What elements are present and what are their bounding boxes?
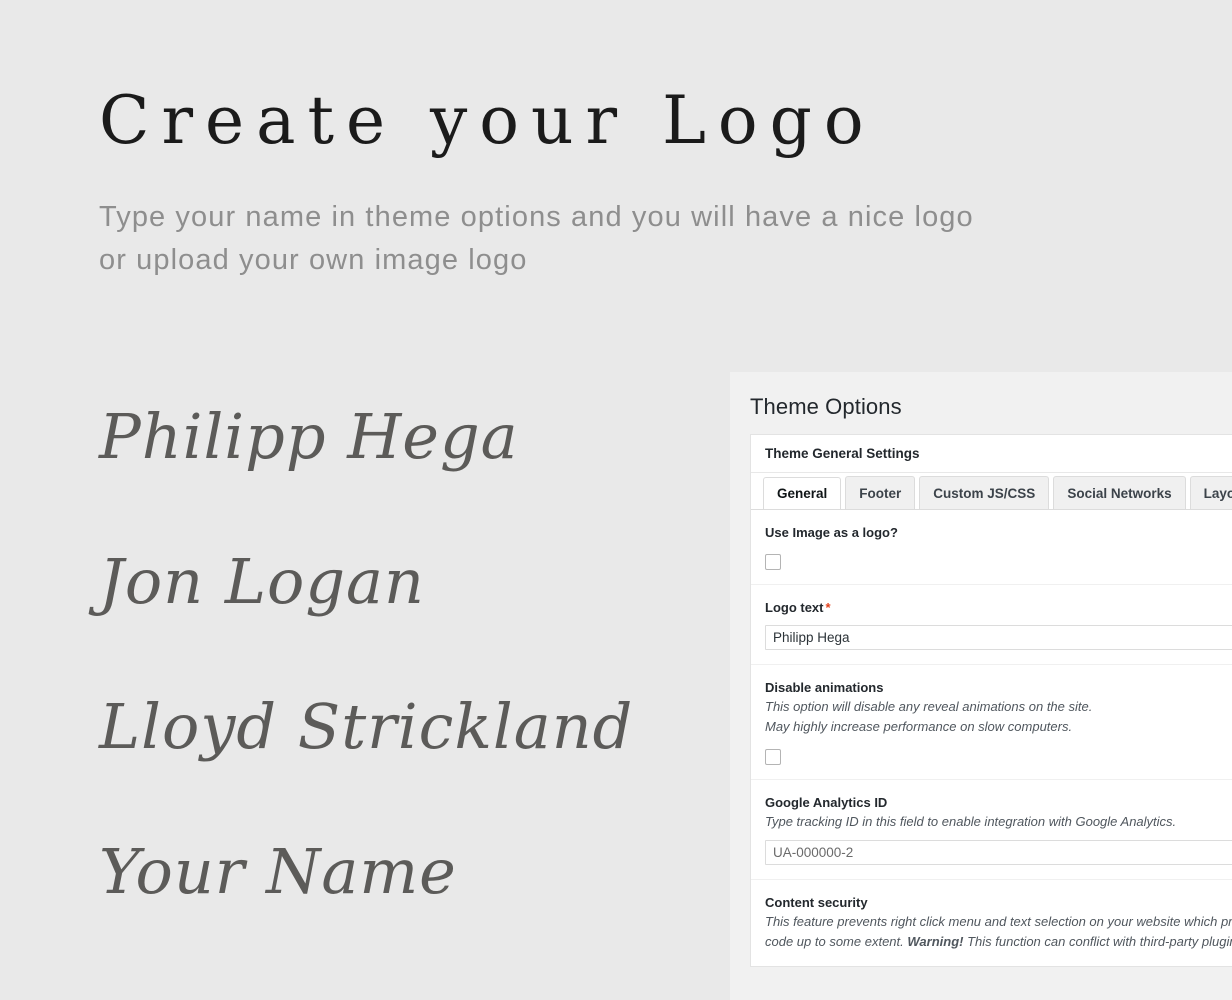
tab-custom-js-css[interactable]: Custom JS/CSS <box>919 476 1050 509</box>
field-desc-google-analytics-id: Type tracking ID in this field to enable… <box>765 814 1177 829</box>
tab-general[interactable]: General <box>763 477 842 509</box>
card-header-title: Theme General Settings <box>765 446 920 461</box>
page-title: Create your Logo <box>99 82 876 159</box>
field-disable-animations: Disable animations This option will disa… <box>751 665 1232 780</box>
field-use-image-as-logo: Use Image as a logo? <box>751 510 1232 585</box>
field-label-google-analytics-id: Google Analytics ID <box>765 795 888 810</box>
field-logo-text: Logo text * <box>751 585 1232 665</box>
logo-showcase-panel: Create your Logo Type your name in theme… <box>0 0 973 1000</box>
field-label-disable-animations: Disable animations <box>765 680 884 695</box>
field-google-analytics-id: Google Analytics ID Type tracking ID in … <box>751 780 1232 880</box>
logo-sample-item: Jon Logan <box>99 545 425 618</box>
field-label-use-image-as-logo: Use Image as a logo? <box>765 525 898 540</box>
content-security-desc-part-a: code up to some extent. <box>765 934 908 949</box>
use-image-as-logo-checkbox[interactable] <box>765 554 781 570</box>
logo-sample-item: Philipp Hega <box>99 400 519 473</box>
tab-layout[interactable]: Layout <box>1189 476 1232 509</box>
logo-sample-item: Lloyd Strickland <box>99 690 634 763</box>
required-marker: * <box>825 600 831 615</box>
field-label-content-security: Content security <box>765 895 868 910</box>
theme-options-heading: Theme Options <box>750 394 902 419</box>
card-header: Theme General Settings <box>751 435 1232 473</box>
logo-sample-list: Philipp Hega Jon Logan Lloyd Strickland … <box>0 364 760 944</box>
tab-social-networks[interactable]: Social Networks <box>1053 476 1186 509</box>
field-content-security: Content security This feature prevents r… <box>751 880 1232 966</box>
logo-text-input[interactable] <box>765 625 1232 650</box>
content-security-warning-label: Warning! <box>907 934 964 949</box>
logo-sample-item: Your Name <box>99 835 457 908</box>
content-security-desc-part-b: This function can conflict with third-pa… <box>963 934 1232 949</box>
field-label-logo-text-text: Logo text <box>765 600 824 615</box>
disable-animations-checkbox[interactable] <box>765 749 781 765</box>
field-desc-disable-animations-line-2: May highly increase performance on slow … <box>765 719 1073 734</box>
google-analytics-id-input[interactable] <box>765 840 1232 865</box>
field-desc-content-security-line-1: This feature prevents right click menu a… <box>765 914 1232 929</box>
theme-general-settings-card: Theme General Settings General Footer Cu… <box>750 434 1232 967</box>
tab-strip: General Footer Custom JS/CSS Social Netw… <box>751 473 1232 510</box>
field-desc-disable-animations-line-1: This option will disable any reveal anim… <box>765 699 1093 714</box>
field-desc-content-security-line-2: code up to some extent. Warning! This fu… <box>765 932 1232 952</box>
field-label-logo-text: Logo text * <box>765 599 1232 617</box>
theme-options-panel: Theme Options Theme General Settings Gen… <box>730 372 1232 1000</box>
tab-footer[interactable]: Footer <box>845 476 916 509</box>
page-subtitle: Type your name in theme options and you … <box>99 201 974 276</box>
